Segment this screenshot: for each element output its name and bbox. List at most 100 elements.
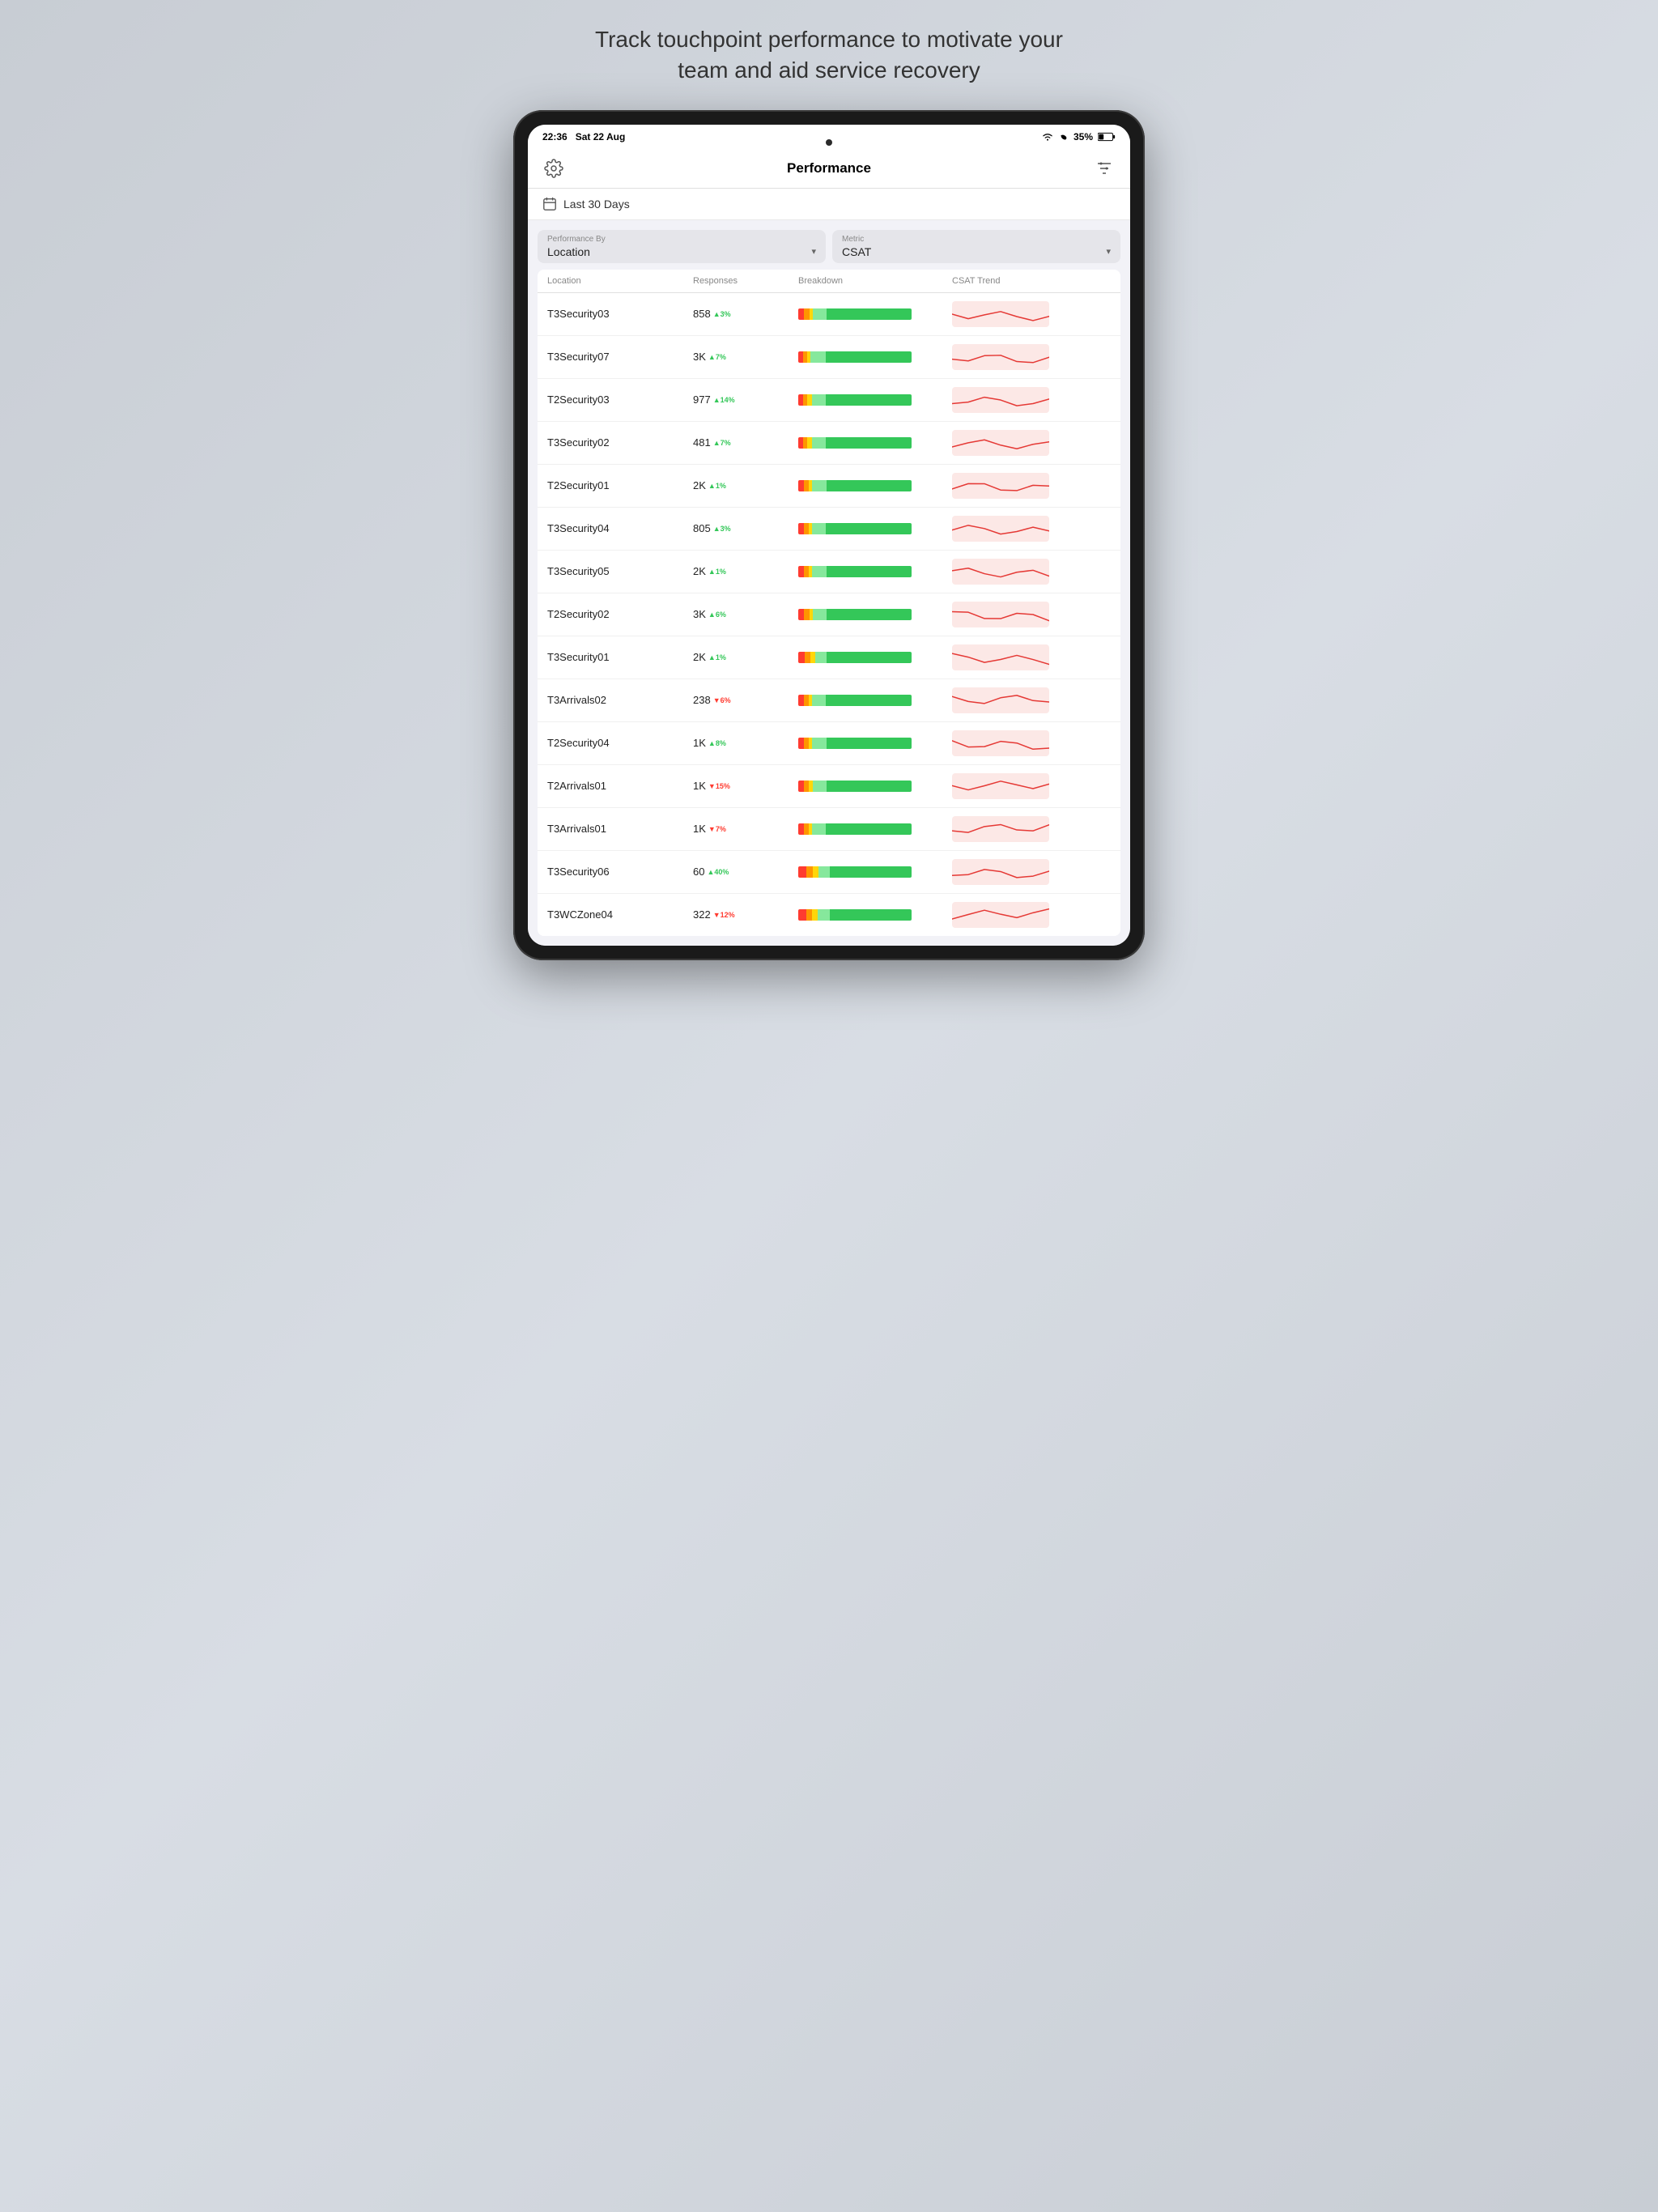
- filter-row: Performance By Location ▾ Metric CSAT ▾: [538, 230, 1120, 263]
- filter-icon[interactable]: [1093, 157, 1116, 180]
- cell-location: T3Security03: [547, 308, 693, 320]
- cell-csat: 83% ▼: [1106, 866, 1120, 878]
- table-row[interactable]: T3Security04805 ▲3% 88% ▼: [538, 508, 1120, 551]
- bar-segment: [812, 437, 826, 449]
- bar-segment: [812, 566, 827, 577]
- performance-by-filter[interactable]: Performance By Location ▾: [538, 230, 826, 263]
- bar-segment: [798, 738, 804, 749]
- bar-segment: [812, 695, 826, 706]
- cell-csat: 87% ▲: [1106, 780, 1120, 792]
- cell-csat: 88% ▼: [1106, 565, 1120, 577]
- bar-segment: [798, 695, 804, 706]
- settings-icon[interactable]: [542, 157, 565, 180]
- battery-icon: [1098, 132, 1116, 142]
- table-row[interactable]: T3Security052K ▲1%88% ▼: [538, 551, 1120, 593]
- table-row[interactable]: T3Security02481 ▲7%89% ▼: [538, 422, 1120, 465]
- table-row[interactable]: T3WCZone04322 ▼12%83% ▲: [538, 894, 1120, 936]
- chevron-down-icon-metric: ▾: [1106, 246, 1111, 257]
- cell-location: T3Arrivals02: [547, 694, 693, 706]
- cell-csat: 89% ▼: [1106, 436, 1120, 449]
- cell-csat: 87% ▼: [1106, 737, 1120, 749]
- response-trend: ▲6%: [708, 610, 726, 619]
- table-row[interactable]: T3Security073K ▲7%90% ▼: [538, 336, 1120, 379]
- cell-location: T3Security01: [547, 651, 693, 663]
- table-row[interactable]: T2Security03977 ▲14%89% ▼: [538, 379, 1120, 422]
- cell-location: T2Security03: [547, 393, 693, 406]
- response-trend: ▲1%: [708, 568, 726, 576]
- cell-responses: 1K ▼15%: [693, 780, 798, 792]
- response-trend: ▼12%: [713, 911, 735, 919]
- date-filter-bar[interactable]: Last 30 Days: [528, 189, 1130, 220]
- cell-csat-trend: [952, 644, 1106, 670]
- cell-breakdown: [798, 695, 952, 706]
- date-label: Last 30 Days: [563, 198, 630, 211]
- bar-segment: [826, 823, 912, 835]
- cell-csat-trend: [952, 816, 1106, 842]
- bar-segment: [830, 909, 912, 921]
- cell-csat: 88% ▲: [1106, 694, 1120, 706]
- bar-segment: [830, 866, 912, 878]
- bar-segment: [813, 866, 818, 878]
- bar-segment: [812, 909, 818, 921]
- cell-breakdown: [798, 866, 952, 878]
- bar-segment: [798, 823, 804, 835]
- bar-segment: [798, 609, 804, 620]
- table-row[interactable]: T3Security012K ▲1%88% ▼: [538, 636, 1120, 679]
- performance-by-label: Performance By: [547, 235, 816, 244]
- cell-breakdown: [798, 609, 952, 620]
- bar-segment: [805, 652, 810, 663]
- cell-location: T3Security02: [547, 436, 693, 449]
- table-row[interactable]: T2Security012K ▲1%89% ▼: [538, 465, 1120, 508]
- table-row[interactable]: T3Arrivals011K ▼7%87% ▲: [538, 808, 1120, 851]
- status-time: 22:36: [542, 131, 568, 143]
- bar-segment: [818, 866, 830, 878]
- metric-label: Metric: [842, 235, 1111, 244]
- cell-responses: 805 ▲3%: [693, 522, 798, 534]
- response-trend: ▼6%: [713, 696, 731, 704]
- cell-csat: 88% ▼: [1106, 608, 1120, 620]
- bar-segment: [827, 480, 912, 491]
- table-row[interactable]: T2Security041K ▲8%87% ▼: [538, 722, 1120, 765]
- cell-location: T3Security04: [547, 522, 693, 534]
- table-row[interactable]: T2Security023K ▲6%88% ▼: [538, 593, 1120, 636]
- col-responses: Responses: [693, 276, 798, 286]
- cell-location: T2Security01: [547, 479, 693, 491]
- response-trend: ▼15%: [708, 782, 730, 790]
- cell-location: T3Arrivals01: [547, 823, 693, 835]
- cell-responses: 1K ▲8%: [693, 737, 798, 749]
- performance-by-value: Location: [547, 245, 590, 258]
- table-row[interactable]: T3Security03858 ▲3%90% ▼: [538, 293, 1120, 336]
- bar-segment: [827, 609, 912, 620]
- response-trend: ▲1%: [708, 653, 726, 661]
- bar-segment: [813, 781, 827, 792]
- cell-breakdown: [798, 351, 952, 363]
- content-area: Performance By Location ▾ Metric CSAT ▾: [528, 220, 1130, 946]
- cell-responses: 2K ▲1%: [693, 479, 798, 491]
- bar-segment: [826, 394, 912, 406]
- response-trend: ▲3%: [713, 525, 731, 533]
- cell-location: T3WCZone04: [547, 908, 693, 921]
- cell-location: T3Security06: [547, 866, 693, 878]
- status-date: Sat 22 Aug: [576, 131, 626, 143]
- metric-filter[interactable]: Metric CSAT ▾: [832, 230, 1120, 263]
- cell-location: T3Security07: [547, 351, 693, 363]
- cell-responses: 322 ▼12%: [693, 908, 798, 921]
- cell-breakdown: [798, 480, 952, 491]
- table-row[interactable]: T2Arrivals011K ▼15%87% ▲: [538, 765, 1120, 808]
- tagline: Track touchpoint performance to motivate…: [586, 24, 1072, 86]
- table-row[interactable]: T3Security0660 ▲40%83% ▼: [538, 851, 1120, 894]
- cell-responses: 977 ▲14%: [693, 393, 798, 406]
- bar-segment: [798, 480, 804, 491]
- cell-csat: 88% ▼: [1106, 522, 1120, 534]
- cell-csat-trend: [952, 773, 1106, 799]
- bar-segment: [798, 866, 806, 878]
- tablet-frame: 22:36 Sat 22 Aug 35%: [513, 110, 1145, 960]
- table-row[interactable]: T3Arrivals02238 ▼6%88% ▲: [538, 679, 1120, 722]
- cell-breakdown: [798, 652, 952, 663]
- response-trend: ▼7%: [708, 825, 726, 833]
- cell-csat: 90% ▼: [1106, 351, 1120, 363]
- cell-breakdown: [798, 566, 952, 577]
- battery-level: 35%: [1073, 131, 1093, 143]
- bar-segment: [827, 738, 912, 749]
- bar-segment: [826, 523, 912, 534]
